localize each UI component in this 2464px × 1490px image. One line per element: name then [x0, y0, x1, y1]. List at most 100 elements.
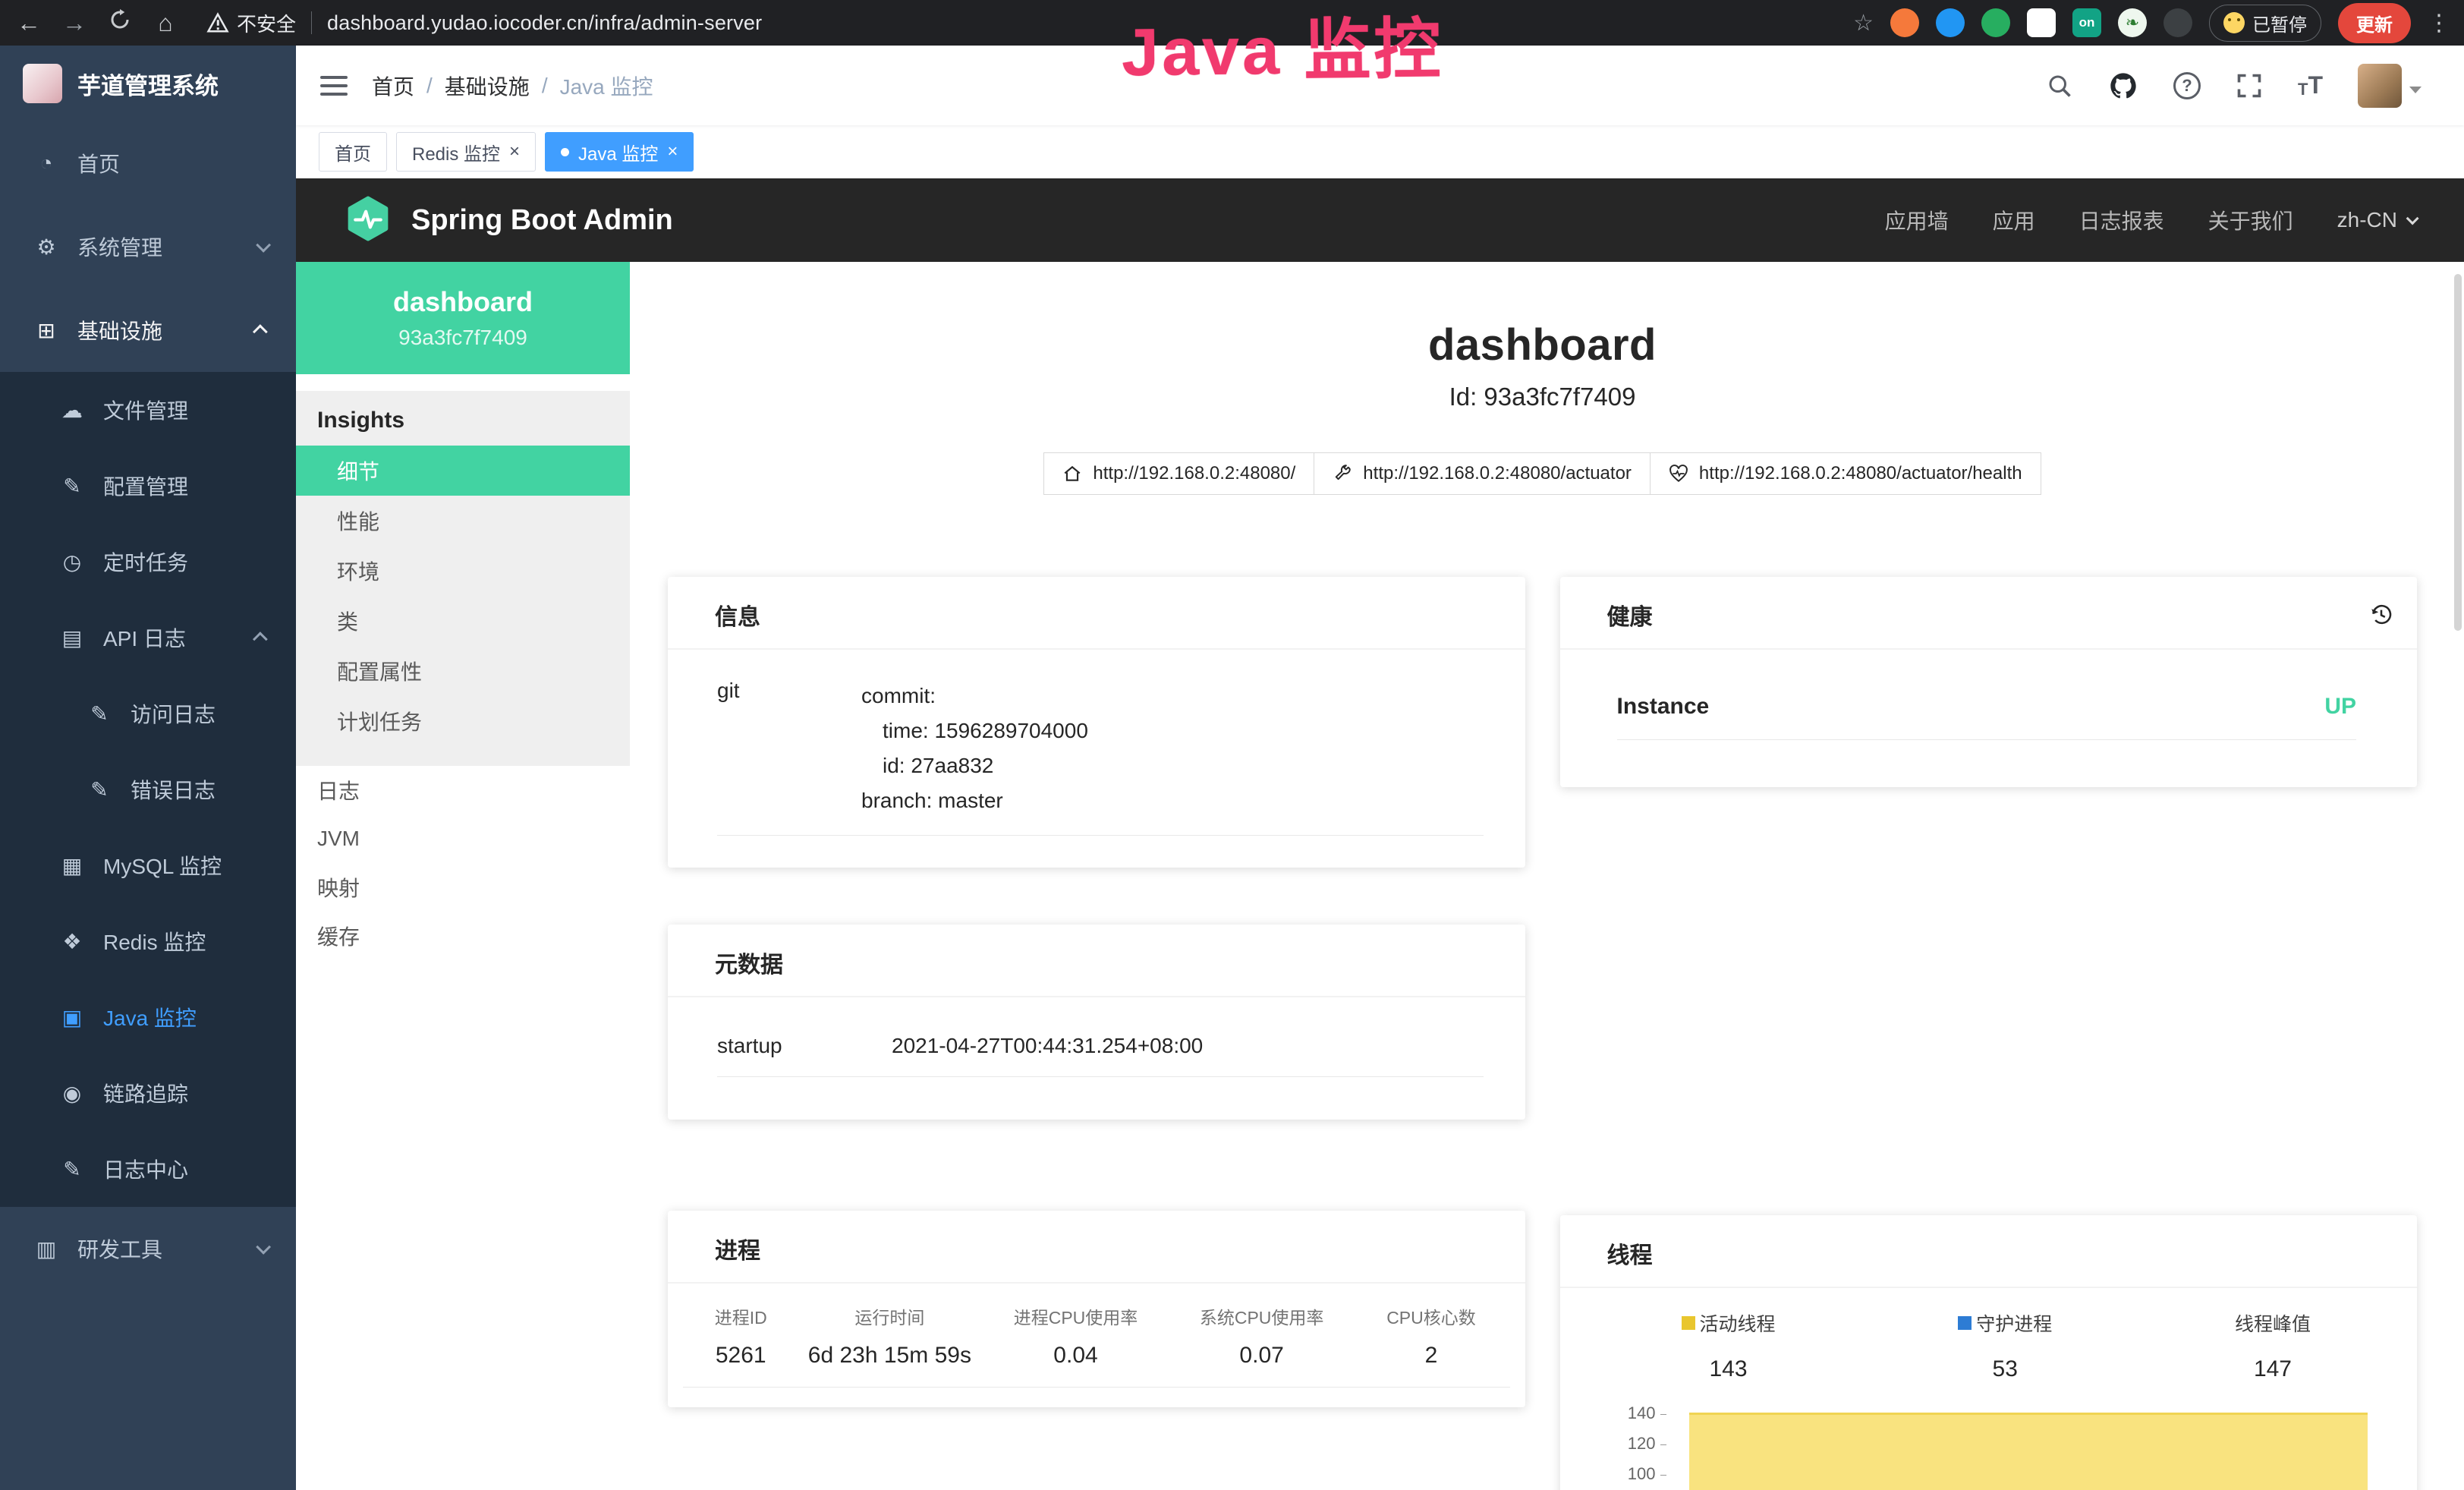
sidebar-item-log-center[interactable]: ✎ 日志中心: [0, 1131, 296, 1207]
sidebar-item-dev-tools[interactable]: ▥ 研发工具: [0, 1207, 296, 1290]
github-icon[interactable]: [2108, 71, 2138, 101]
locale-select[interactable]: zh-CN: [2337, 208, 2415, 232]
column-value: 0.07: [1171, 1343, 1353, 1369]
sidebar-item-java-monitor[interactable]: ▣ Java 监控: [0, 979, 296, 1055]
sba-brand-title[interactable]: Spring Boot Admin: [411, 204, 673, 237]
metadata-card-header: 元数据: [668, 925, 1525, 997]
update-button[interactable]: 更新: [2338, 3, 2411, 43]
annotation-text: Java 监控: [1121, 0, 1444, 95]
fullscreen-icon[interactable]: [2236, 72, 2263, 99]
y-axis-tick: 100: [1575, 1464, 1666, 1484]
sba-item-metrics[interactable]: 性能: [296, 496, 630, 546]
sba-item-environment[interactable]: 环境: [296, 546, 630, 596]
extension-drop-icon[interactable]: [1936, 8, 1965, 37]
sidebar-item-label: 访问日志: [131, 698, 216, 729]
instance-id: 93a3fc7f7409: [398, 326, 527, 350]
breadcrumb-home[interactable]: 首页: [372, 71, 414, 101]
log-icon: ✎: [58, 1157, 87, 1182]
tab-home[interactable]: 首页: [319, 132, 387, 172]
info-card-body: git commit: time: 1596289704000 id: 27aa…: [668, 650, 1525, 868]
sidebar-item-home[interactable]: ◔ 首页: [0, 121, 296, 205]
paused-badge[interactable]: 已暂停: [2209, 5, 2321, 42]
extension-grid-icon[interactable]: [2027, 8, 2056, 37]
sba-item-details[interactable]: 细节: [296, 446, 630, 496]
extension-fox-icon[interactable]: [1890, 8, 1919, 37]
close-icon[interactable]: ×: [667, 143, 678, 161]
breadcrumb-infra[interactable]: 基础设施: [445, 71, 530, 101]
extension-dark-icon[interactable]: [2163, 8, 2192, 37]
sidebar-item-label: 首页: [77, 148, 120, 178]
scrollbar[interactable]: [2453, 268, 2462, 1482]
back-icon[interactable]: ←: [14, 9, 44, 37]
sidebar-item-error-log[interactable]: ✎ 错误日志: [0, 751, 296, 827]
sidebar-item-label: Redis 监控: [103, 926, 206, 956]
history-icon[interactable]: [2368, 602, 2394, 628]
tab-java-monitor[interactable]: Java 监控 ×: [545, 132, 694, 172]
metadata-row: startup 2021-04-27T00:44:31.254+08:00: [717, 1034, 1484, 1077]
sidebar-item-system[interactable]: ⚙ 系统管理: [0, 205, 296, 288]
reload-icon[interactable]: [105, 8, 135, 37]
legend-item-peak: 线程峰值 147: [2235, 1309, 2311, 1382]
font-size-icon[interactable]: TT: [2298, 71, 2323, 99]
gauge-icon: ◔: [32, 151, 61, 175]
search-icon[interactable]: [2046, 72, 2073, 99]
card-title: 线程: [1607, 1236, 1653, 1270]
extension-circle-icon[interactable]: [1981, 8, 2010, 37]
process-col: 运行时间 6d 23h 15m 59s: [799, 1303, 981, 1369]
column-header: 系统CPU使用率: [1171, 1303, 1353, 1329]
user-menu[interactable]: [2358, 64, 2422, 108]
sidebar-item-file[interactable]: ☁ 文件管理: [0, 372, 296, 448]
bookmark-star-icon[interactable]: ☆: [1853, 10, 1874, 36]
info-line: branch: master: [861, 783, 1088, 818]
sba-nav-applications[interactable]: 应用: [1993, 205, 2035, 235]
extension-leaf-icon[interactable]: ❧: [2118, 8, 2147, 37]
sidebar-item-label: 系统管理: [77, 232, 162, 262]
service-url-button[interactable]: http://192.168.0.2:48080/: [1043, 452, 1314, 495]
sidebar-item-mysql[interactable]: ▦ MySQL 监控: [0, 827, 296, 903]
close-icon[interactable]: ×: [509, 143, 520, 161]
sba-navbar: Spring Boot Admin 应用墙 应用 日志报表 关于我们 zh-CN: [296, 178, 2464, 262]
sba-item-mappings[interactable]: 映射: [296, 863, 630, 912]
breadcrumb-current: Java 监控: [560, 71, 653, 101]
sba-item-caches[interactable]: 缓存: [296, 912, 630, 960]
sidebar-item-access-log[interactable]: ✎ 访问日志: [0, 676, 296, 751]
health-url-button[interactable]: http://192.168.0.2:48080/actuator/health: [1650, 452, 2041, 495]
cards-col-left: 信息 git commit: time: 1596289704000 id: 2: [668, 577, 1525, 1407]
security-chip[interactable]: 不安全: [206, 9, 296, 37]
sidebar-item-api-log[interactable]: ▤ API 日志: [0, 600, 296, 676]
sba-item-scheduled-tasks[interactable]: 计划任务: [296, 696, 630, 746]
health-instance-label: Instance: [1617, 694, 1710, 720]
breadcrumb-separator: /: [542, 74, 548, 98]
home-icon[interactable]: ⌂: [150, 9, 181, 37]
actuator-url: http://192.168.0.2:48080/actuator: [1363, 463, 1632, 484]
help-icon[interactable]: ?: [2173, 72, 2201, 99]
sba-item-logs[interactable]: 日志: [296, 766, 630, 814]
address-bar[interactable]: dashboard.yudao.iocoder.cn/infra/admin-s…: [327, 11, 762, 35]
info-card-header: 信息: [668, 577, 1525, 650]
process-card-header: 进程: [668, 1211, 1525, 1284]
tab-redis-monitor[interactable]: Redis 监控 ×: [396, 132, 536, 172]
sidebar-item-redis[interactable]: ❖ Redis 监控: [0, 903, 296, 979]
sba-item-jvm[interactable]: JVM: [296, 814, 630, 863]
browser-menu-icon[interactable]: ⋮: [2428, 10, 2450, 36]
forward-icon[interactable]: →: [59, 9, 90, 37]
extension-on-icon[interactable]: on: [2072, 8, 2101, 37]
actuator-url-button[interactable]: http://192.168.0.2:48080/actuator: [1314, 452, 1651, 495]
sba-nav-about[interactable]: 关于我们: [2208, 205, 2293, 235]
sidebar-collapse-icon[interactable]: [320, 76, 348, 96]
doc-edit-icon: ✎: [85, 777, 114, 802]
sidebar-item-config[interactable]: ✎ 配置管理: [0, 448, 296, 524]
sba-item-classes[interactable]: 类: [296, 596, 630, 646]
logo-avatar: [23, 64, 62, 103]
threads-card-header: 线程: [1560, 1215, 2418, 1288]
scrollbar-thumb[interactable]: [2454, 274, 2462, 631]
active-dot: [561, 148, 569, 156]
column-value: 0.04: [980, 1343, 1171, 1369]
sba-nav-wallboard[interactable]: 应用墙: [1885, 205, 1949, 235]
sidebar-item-tracing[interactable]: ◉ 链路追踪: [0, 1055, 296, 1131]
sidebar-item-infra[interactable]: ⊞ 基础设施: [0, 288, 296, 372]
sba-nav-journal[interactable]: 日志报表: [2079, 205, 2164, 235]
app-logo[interactable]: 芋道管理系统: [0, 46, 296, 121]
sba-item-configprops[interactable]: 配置属性: [296, 646, 630, 696]
sidebar-item-job[interactable]: ◷ 定时任务: [0, 524, 296, 600]
